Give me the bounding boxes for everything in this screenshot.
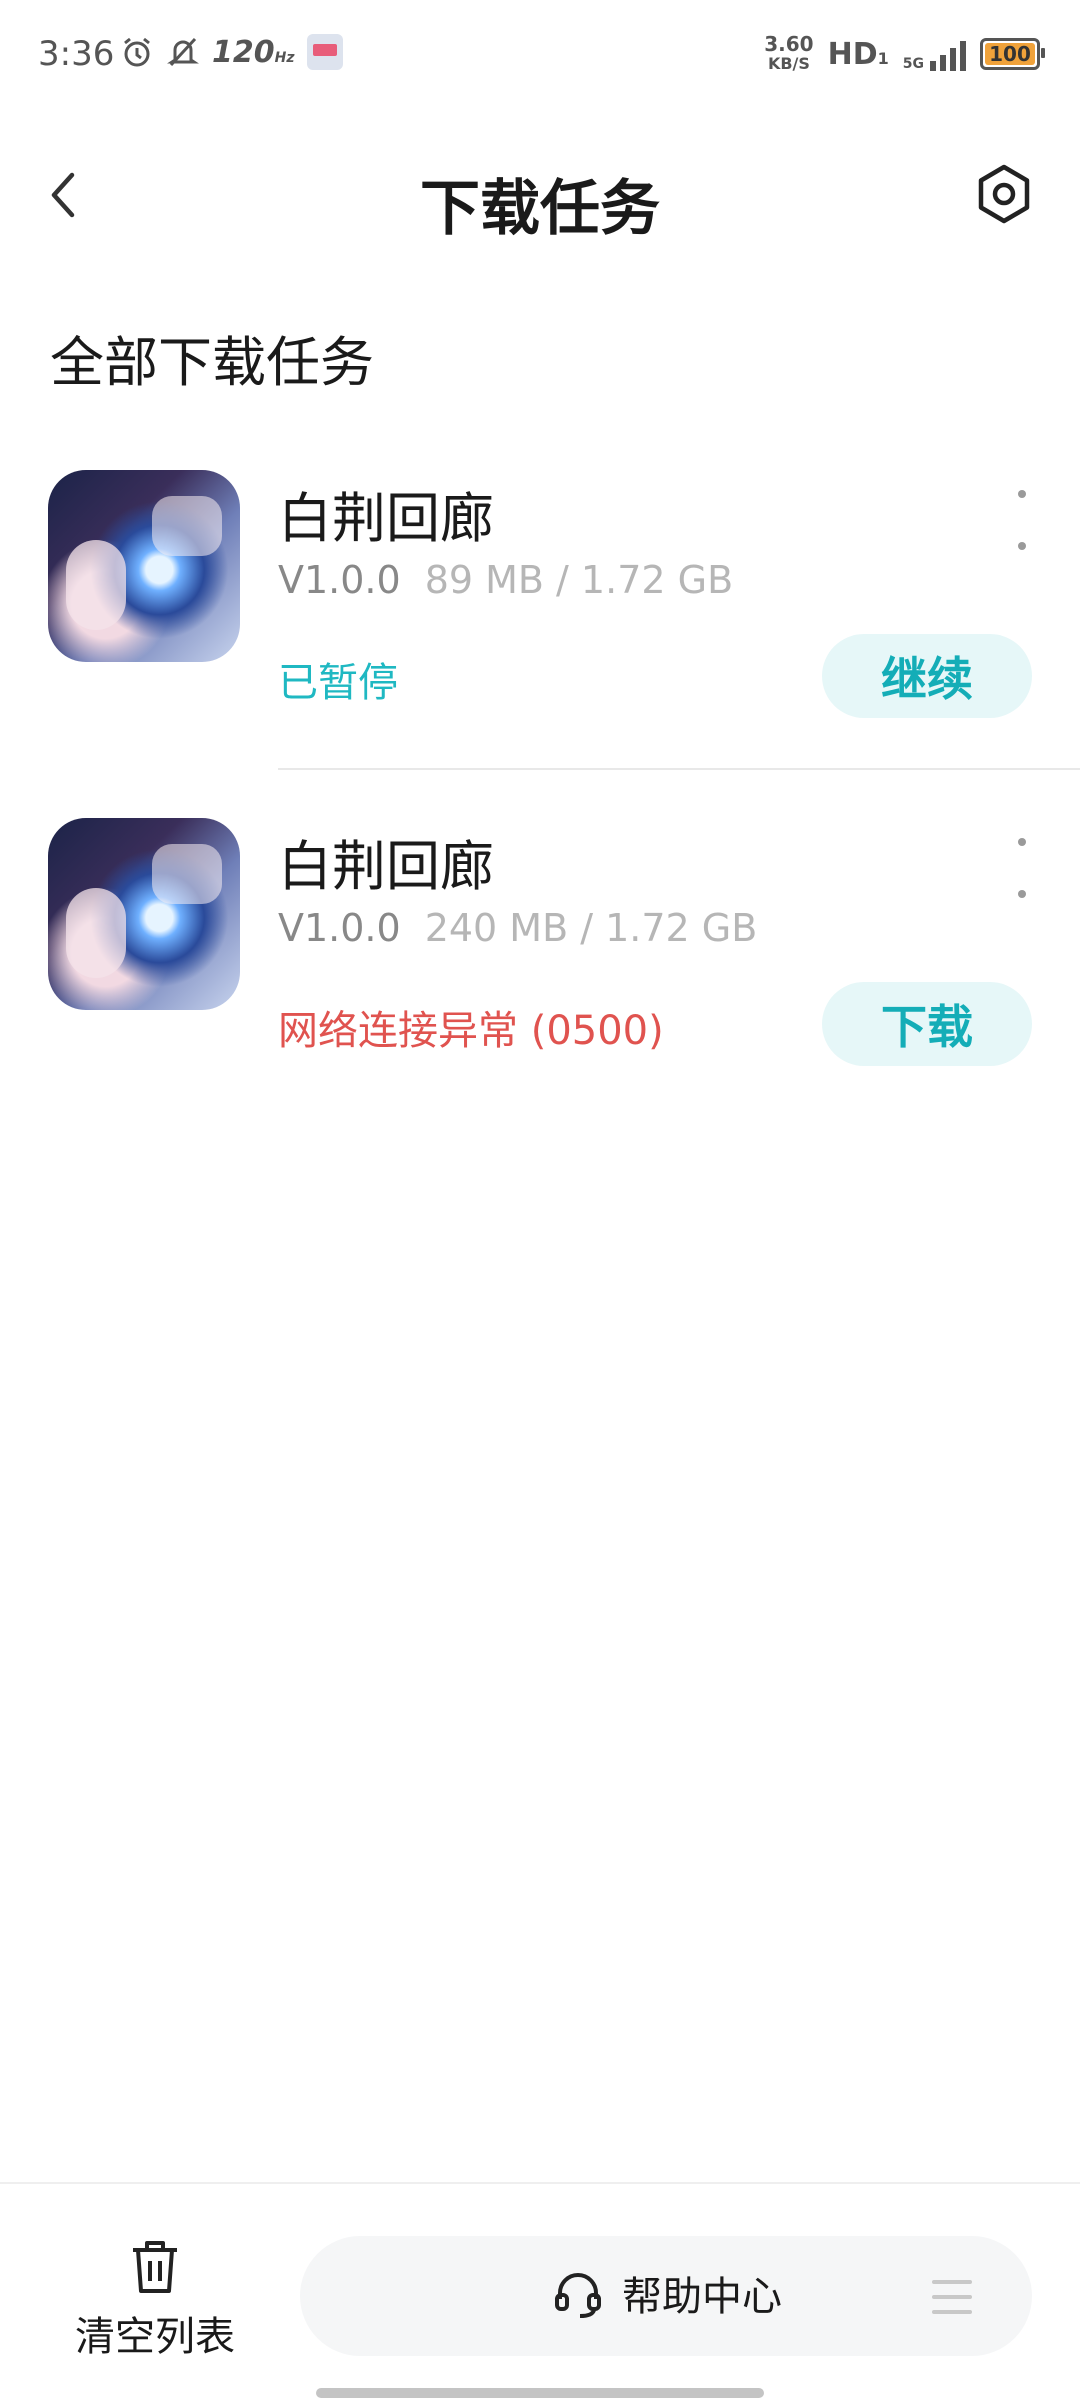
task-version: V1.0.0	[278, 558, 401, 602]
download-button[interactable]: 下载	[822, 982, 1032, 1066]
task-size: 89 MB / 1.72 GB	[424, 558, 734, 602]
continue-button[interactable]: 继续	[822, 634, 1032, 718]
game-app-icon	[48, 470, 240, 662]
clear-list-button[interactable]: 清空列表	[60, 2234, 250, 2364]
more-options-button[interactable]	[1010, 490, 1034, 550]
network-speed: 3.60 KB/S	[764, 32, 814, 73]
status-time: 3:36	[38, 34, 115, 74]
task-status: 已暂停	[278, 660, 398, 706]
status-bar: 3:36 120Hz 3.60 KB/S HD1 5G 100	[0, 0, 1080, 110]
app-notification-icon	[306, 34, 343, 70]
signal-icon: 5G	[903, 37, 966, 71]
divider	[278, 768, 1080, 770]
mute-bell-icon	[167, 37, 199, 67]
task-name: 白荆回廊	[278, 835, 494, 898]
task-size: 240 MB / 1.72 GB	[424, 906, 758, 950]
task-meta: V1.0.0 240 MB / 1.72 GB	[278, 906, 757, 950]
settings-button[interactable]	[972, 162, 1036, 226]
status-right-icons: 3.60 KB/S HD1 5G 100	[764, 32, 1045, 74]
download-task-item[interactable]: 白荆回廊 V1.0.0 89 MB / 1.72 GB 已暂停 继续	[0, 470, 1080, 770]
header: 下载任务	[0, 140, 1080, 250]
trash-icon	[133, 2241, 177, 2293]
game-app-icon	[48, 818, 240, 1010]
hd-indicator: HD1	[827, 36, 889, 72]
refresh-rate: 120Hz	[212, 34, 295, 70]
download-task-item[interactable]: 白荆回廊 V1.0.0 240 MB / 1.72 GB 网络连接异常 (0500…	[0, 818, 1080, 1118]
page-title: 下载任务	[420, 174, 660, 244]
battery-icon: 100	[980, 38, 1045, 70]
task-status: 网络连接异常 (0500)	[278, 1008, 664, 1054]
status-left-icons: 120Hz	[120, 34, 343, 70]
help-center-button[interactable]: 帮助中心	[300, 2236, 1032, 2356]
headset-icon	[555, 2273, 601, 2318]
section-title: 全部下载任务	[50, 331, 374, 394]
battery-level: 100	[989, 42, 1031, 66]
task-version: V1.0.0	[278, 906, 401, 950]
bottom-bar: 清空列表 帮助中心	[0, 2182, 1080, 2402]
more-options-button[interactable]	[1010, 838, 1034, 898]
alarm-icon	[124, 37, 150, 67]
task-name: 白荆回廊	[278, 487, 494, 550]
menu-icon	[932, 2280, 972, 2314]
task-meta: V1.0.0 89 MB / 1.72 GB	[278, 558, 733, 602]
help-center-label: 帮助中心	[622, 2274, 782, 2320]
clear-list-label: 清空列表	[75, 2314, 235, 2360]
home-indicator[interactable]	[316, 2388, 764, 2398]
settings-icon	[978, 164, 1030, 224]
